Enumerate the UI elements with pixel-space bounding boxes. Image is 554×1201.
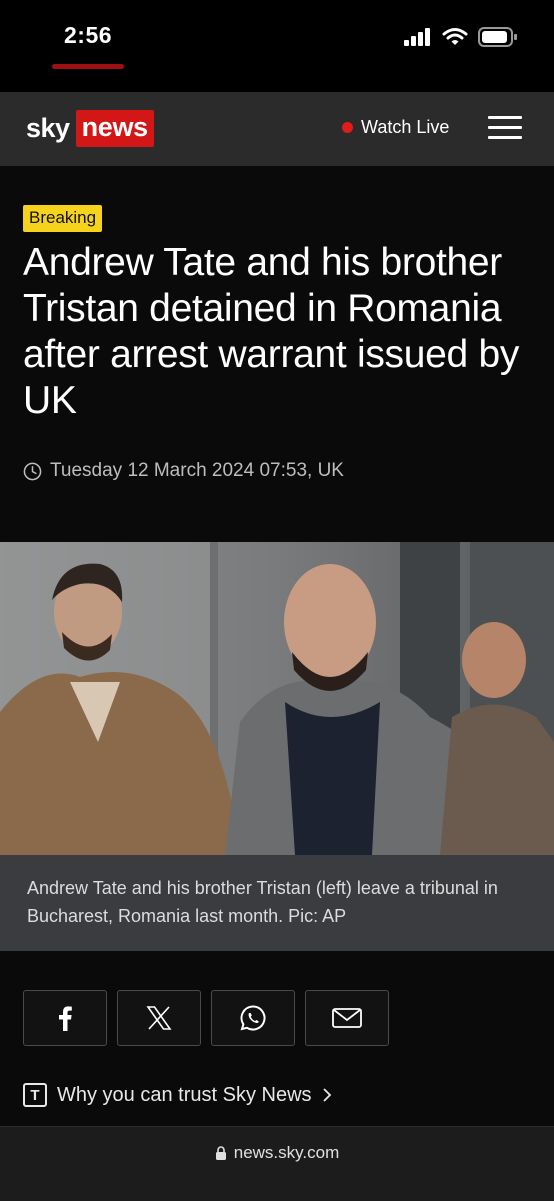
share-buttons bbox=[23, 990, 389, 1046]
article-headline: Andrew Tate and his brother Tristan deta… bbox=[23, 241, 520, 422]
status-icons bbox=[404, 24, 518, 50]
x-icon bbox=[146, 1006, 172, 1030]
share-x-button[interactable] bbox=[117, 990, 201, 1046]
battery-icon bbox=[478, 27, 517, 47]
whatsapp-icon bbox=[240, 1005, 266, 1031]
caption-text: Andrew Tate and his brother Tristan (lef… bbox=[27, 878, 498, 926]
sky-news-logo[interactable]: sky news bbox=[26, 108, 154, 148]
lock-icon bbox=[215, 1145, 226, 1160]
wifi-icon bbox=[442, 28, 468, 45]
cellular-signal-icon bbox=[404, 28, 430, 46]
photo-caption: Andrew Tate and his brother Tristan (lef… bbox=[0, 855, 554, 951]
site-header: sky news Watch Live bbox=[0, 92, 554, 166]
share-facebook-button[interactable] bbox=[23, 990, 107, 1046]
url-display[interactable]: news.sky.com bbox=[0, 1143, 554, 1163]
share-email-button[interactable] bbox=[305, 990, 389, 1046]
browser-url-bar[interactable]: news.sky.com bbox=[0, 1126, 554, 1201]
trust-link-label: Why you can trust Sky News bbox=[57, 1083, 312, 1106]
partial-content-bar bbox=[52, 64, 124, 69]
watch-live-label: Watch Live bbox=[361, 117, 450, 137]
share-whatsapp-button[interactable] bbox=[211, 990, 295, 1046]
article-photo bbox=[0, 542, 554, 855]
date-text: Tuesday 12 March 2024 07:53, UK bbox=[50, 460, 344, 481]
clock-icon bbox=[23, 462, 42, 480]
article-date: Tuesday 12 March 2024 07:53, UK bbox=[23, 460, 344, 482]
trust-sky-news-link[interactable]: T Why you can trust Sky News bbox=[23, 1083, 332, 1107]
trust-t-icon: T bbox=[23, 1083, 47, 1107]
facebook-icon bbox=[59, 1006, 72, 1031]
email-icon bbox=[332, 1008, 362, 1028]
status-time: 2:56 bbox=[64, 22, 113, 48]
chevron-right-icon bbox=[322, 1088, 331, 1102]
watch-live-button[interactable]: Watch Live bbox=[342, 117, 449, 138]
logo-sky-text: sky bbox=[26, 112, 70, 143]
logo-news-text: news bbox=[75, 109, 154, 147]
hamburger-menu-icon[interactable] bbox=[488, 114, 522, 142]
url-text: news.sky.com bbox=[233, 1143, 340, 1162]
breaking-badge: Breaking bbox=[23, 205, 103, 232]
status-bar: 2:56 bbox=[0, 0, 554, 92]
live-dot-icon bbox=[342, 122, 353, 133]
